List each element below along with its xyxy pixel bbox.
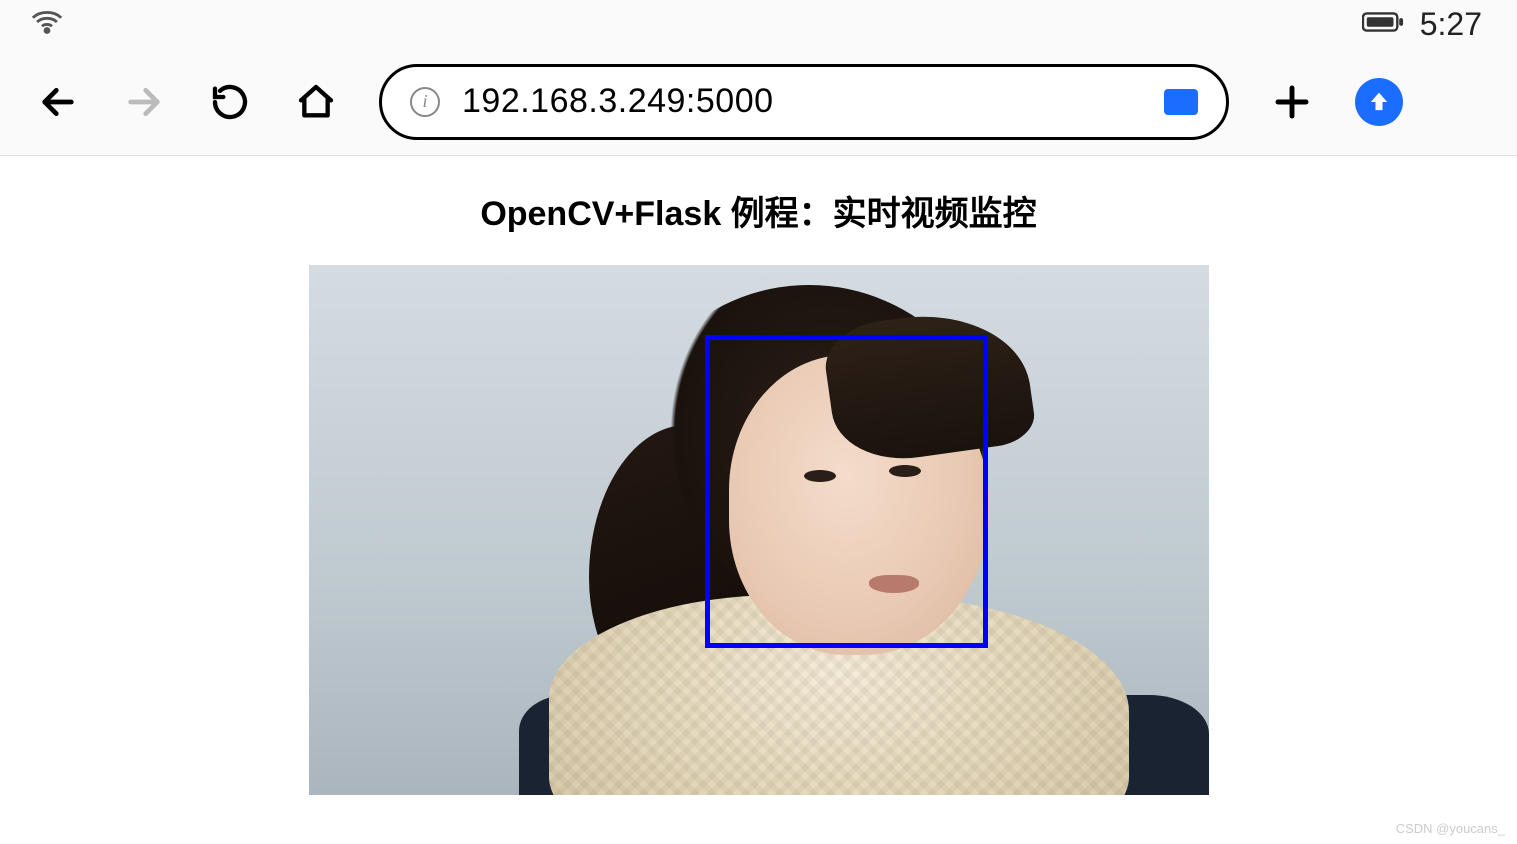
cast-icon[interactable] [1164, 89, 1198, 115]
forward-button[interactable] [121, 79, 167, 125]
status-bar: 5:27 [0, 0, 1517, 48]
battery-icon [1362, 10, 1404, 39]
new-tab-button[interactable] [1269, 79, 1315, 125]
wifi-icon [30, 5, 64, 44]
url-text: 192.168.3.249:5000 [462, 82, 1142, 121]
home-button[interactable] [293, 79, 339, 125]
site-info-icon[interactable]: i [410, 87, 440, 117]
face-detection-box [705, 335, 988, 648]
status-right: 5:27 [1362, 6, 1482, 43]
status-left [30, 5, 64, 44]
page-title: OpenCV+Flask 例程：实时视频监控 [0, 186, 1517, 235]
watermark: CSDN @youcans_ [1396, 821, 1505, 836]
browser-toolbar: i 192.168.3.249:5000 [0, 48, 1517, 156]
address-bar[interactable]: i 192.168.3.249:5000 [379, 64, 1229, 140]
reload-button[interactable] [207, 79, 253, 125]
upload-button[interactable] [1355, 78, 1403, 126]
clock: 5:27 [1420, 6, 1482, 43]
back-button[interactable] [35, 79, 81, 125]
page-content: OpenCV+Flask 例程：实时视频监控 CSDN @youcans_ [0, 156, 1517, 844]
video-stream [309, 265, 1209, 795]
